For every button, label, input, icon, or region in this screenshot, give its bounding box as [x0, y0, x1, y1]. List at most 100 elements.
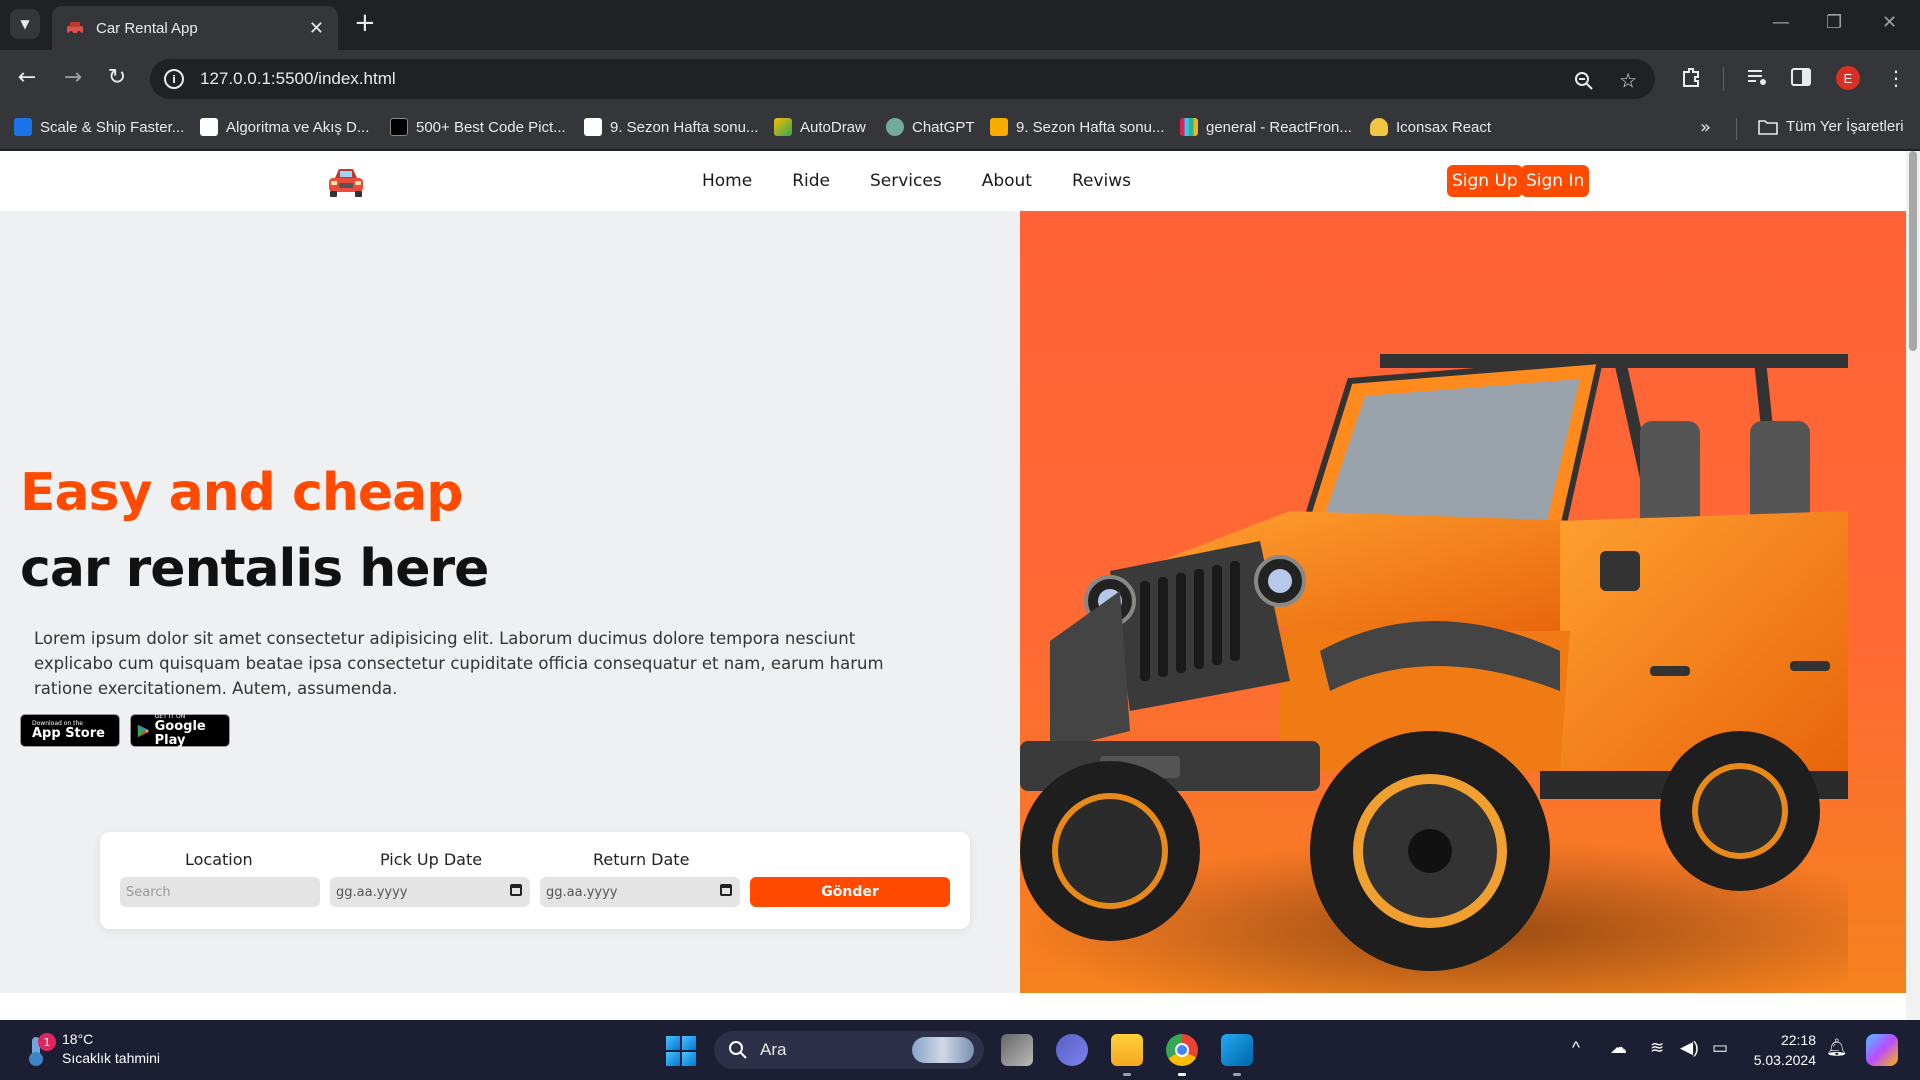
restore-icon[interactable]: ❐: [1826, 12, 1842, 33]
algoritma-icon: [200, 118, 218, 136]
iconsax-hand-icon: [1370, 118, 1388, 136]
chatgpt-icon: [886, 118, 904, 136]
running-indicator: [1233, 1073, 1241, 1076]
system-clock[interactable]: 22:18 5.03.2024: [1750, 1030, 1816, 1070]
url-text[interactable]: 127.0.0.1:5500/index.html: [200, 69, 396, 89]
google-play-icon: [137, 724, 149, 737]
copilot-icon[interactable]: [1866, 1034, 1898, 1066]
battery-icon[interactable]: ▭: [1712, 1038, 1728, 1058]
app-store-text: Download on the App Store: [32, 720, 105, 741]
google-play-badge[interactable]: GET IT ON Google Play: [130, 713, 230, 748]
return-date-value: gg.aa.yyyy: [546, 884, 618, 900]
search-highlight-image: [912, 1037, 974, 1063]
pickup-date-value: gg.aa.yyyy: [336, 884, 408, 900]
bookmark-item[interactable]: Algoritma ve Akış D...: [200, 118, 369, 136]
bookmark-item[interactable]: Iconsax React: [1370, 118, 1491, 136]
main-nav: Home Ride Services About Reviws: [702, 171, 1131, 191]
notification-bell-icon[interactable]: 🔔︎: [1826, 1038, 1848, 1058]
task-view-icon[interactable]: [1001, 1034, 1033, 1066]
bookmark-item[interactable]: Scale & Ship Faster...: [14, 118, 184, 136]
close-tab-icon[interactable]: ✕: [309, 18, 324, 39]
side-panel-icon[interactable]: [1790, 66, 1812, 88]
vscode-icon[interactable]: [1221, 1034, 1253, 1066]
nav-home[interactable]: Home: [702, 171, 752, 191]
clock-time: 22:18: [1780, 1032, 1816, 1048]
forward-arrow-icon[interactable]: →: [58, 65, 88, 91]
location-search-input[interactable]: Search: [120, 877, 320, 907]
bookmark-item[interactable]: ChatGPT: [886, 118, 975, 136]
browser-tab-active[interactable]: Car Rental App ✕: [52, 6, 338, 50]
extensions-icon[interactable]: [1680, 66, 1702, 88]
search-label: Ara: [760, 1040, 787, 1059]
sezon-2-icon: [990, 118, 1008, 136]
pickup-date-input[interactable]: gg.aa.yyyy: [330, 877, 530, 907]
back-arrow-icon[interactable]: ←: [12, 65, 42, 91]
bookmark-item[interactable]: 500+ Best Code Pict...: [390, 118, 566, 136]
autodraw-icon: [774, 118, 792, 136]
booking-form: Location Search Pick Up Date gg.aa.yyyy …: [100, 832, 970, 929]
reload-icon[interactable]: ↻: [102, 65, 132, 91]
nav-ride[interactable]: Ride: [792, 171, 830, 191]
chrome-icon[interactable]: [1166, 1034, 1198, 1066]
tab-strip: ▼ Car Rental App ✕ + — ❐ ✕: [0, 0, 1920, 50]
running-indicator: [1123, 1073, 1131, 1076]
more-bookmarks-icon[interactable]: »: [1700, 117, 1711, 138]
profile-avatar[interactable]: E: [1836, 66, 1860, 90]
return-date-input[interactable]: gg.aa.yyyy: [540, 877, 740, 907]
car-logo-icon[interactable]: [326, 165, 366, 199]
tab-search-button[interactable]: ▼: [10, 9, 40, 39]
return-date-label: Return Date: [593, 850, 690, 869]
bookmark-item[interactable]: 9. Sezon Hafta sonu...: [584, 118, 758, 136]
sign-up-button[interactable]: Sign Up: [1447, 165, 1523, 197]
close-window-icon[interactable]: ✕: [1882, 12, 1897, 33]
volume-icon[interactable]: ◀): [1680, 1038, 1699, 1058]
address-bar[interactable]: i 127.0.0.1:5500/index.html ☆: [150, 59, 1655, 99]
bookmark-star-icon[interactable]: ☆: [1619, 69, 1637, 93]
browser-toolbar: ← → ↻ i 127.0.0.1:5500/index.html ☆ E ⋮: [0, 50, 1920, 108]
nav-reviews[interactable]: Reviws: [1072, 171, 1131, 191]
onedrive-cloud-icon[interactable]: ☁: [1610, 1038, 1627, 1058]
zoom-icon[interactable]: [1573, 70, 1595, 92]
web-page: Home Ride Services About Reviws Sign Up …: [0, 151, 1920, 1020]
bookmarks-separator: [1736, 118, 1737, 140]
weather-widget[interactable]: 1 18°C Sıcaklık tahmini: [24, 1030, 160, 1068]
scrollbar-thumb[interactable]: [1909, 151, 1917, 351]
file-explorer-icon[interactable]: [1111, 1034, 1143, 1066]
toolbar-separator: [1723, 67, 1724, 91]
submit-button[interactable]: Gönder: [750, 877, 950, 907]
all-bookmarks-folder[interactable]: Tüm Yer İşaretleri: [1758, 118, 1904, 135]
new-tab-button[interactable]: +: [354, 10, 376, 36]
bookmarks-bar: Scale & Ship Faster... Algoritma ve Akış…: [0, 108, 1920, 150]
google-play-text: GET IT ON Google Play: [155, 713, 223, 748]
calendar-icon[interactable]: [720, 884, 732, 896]
jeep-image: [1020, 354, 1848, 993]
bookmark-item[interactable]: general - ReactFron...: [1180, 118, 1352, 136]
chevron-down-icon: ▼: [20, 17, 30, 31]
sezon-icon: [584, 118, 602, 136]
bookmark-item[interactable]: 9. Sezon Hafta sonu...: [990, 118, 1164, 136]
nav-services[interactable]: Services: [870, 171, 942, 191]
menu-kebab-icon[interactable]: ⋮: [1886, 66, 1906, 90]
minimize-icon[interactable]: —: [1772, 12, 1790, 33]
windows-taskbar: 1 18°C Sıcaklık tahmini Ara ^ ☁ ≋ ◀) ▭ 2…: [0, 1020, 1920, 1080]
show-hidden-icons-chevron-icon[interactable]: ^: [1572, 1038, 1580, 1058]
windows-start-icon[interactable]: [666, 1036, 696, 1066]
sign-in-button[interactable]: Sign In: [1521, 165, 1590, 197]
clock-date: 5.03.2024: [1753, 1052, 1816, 1068]
app-store-badge[interactable]: Download on the App Store: [20, 714, 120, 747]
taskbar-search[interactable]: Ara: [714, 1031, 984, 1069]
nav-about[interactable]: About: [982, 171, 1032, 191]
app-store-big-text: App Store: [32, 726, 105, 741]
page-scrollbar[interactable]: [1906, 151, 1920, 1020]
media-control-icon[interactable]: [1746, 66, 1768, 88]
teams-chat-icon[interactable]: [1056, 1034, 1088, 1066]
wifi-icon[interactable]: ≋: [1650, 1038, 1664, 1058]
weather-badge: 1: [38, 1033, 56, 1051]
running-indicator: [1178, 1073, 1186, 1076]
location-placeholder: Search: [126, 884, 171, 900]
calendar-icon[interactable]: [510, 884, 522, 896]
site-info-icon[interactable]: i: [164, 69, 184, 89]
tab-title: Car Rental App: [96, 19, 198, 37]
bookmark-item[interactable]: AutoDraw: [774, 118, 866, 136]
weather-temp: 18°C: [62, 1031, 94, 1047]
